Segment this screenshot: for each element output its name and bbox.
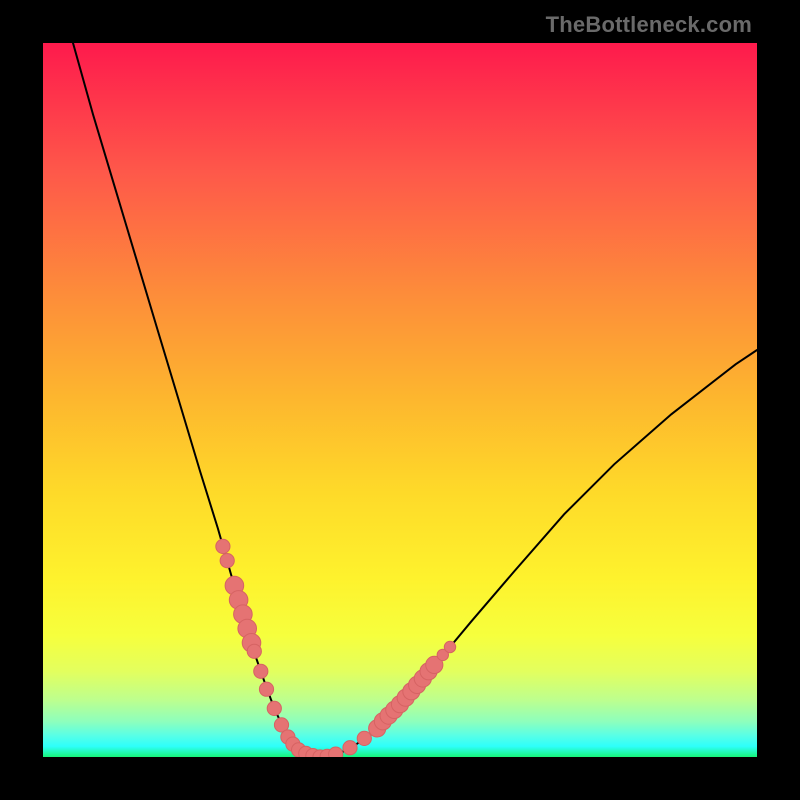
chart-frame: TheBottleneck.com [0, 0, 800, 800]
watermark-text: TheBottleneck.com [546, 12, 752, 38]
chart-background-gradient [43, 43, 757, 757]
